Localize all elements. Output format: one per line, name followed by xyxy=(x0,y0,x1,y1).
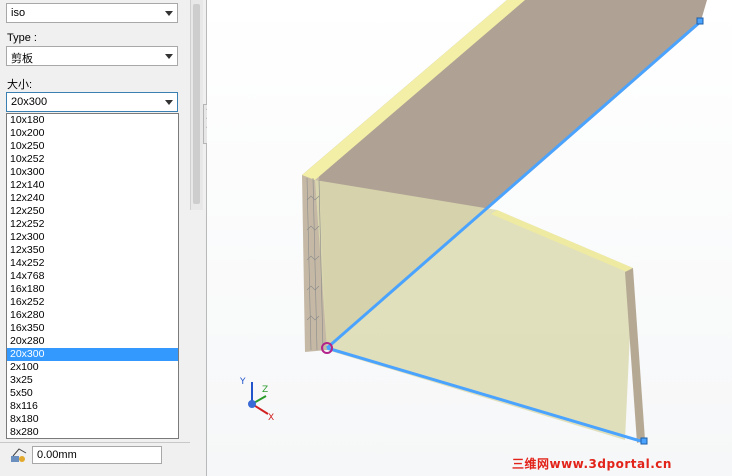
triad-origin xyxy=(248,400,256,408)
size-option[interactable]: 20x300 xyxy=(7,348,178,361)
chevron-down-icon[interactable] xyxy=(161,47,177,65)
vertex-handle[interactable] xyxy=(640,437,648,445)
size-option[interactable]: 10x180 xyxy=(7,114,178,127)
size-combo[interactable]: 20x300 xyxy=(6,92,178,112)
panel-scrollbar[interactable] xyxy=(190,0,203,210)
chevron-down-icon[interactable] xyxy=(161,93,177,111)
type-combo[interactable]: 剪板 xyxy=(6,46,178,66)
site-watermark: 三维网www.3dportal.cn xyxy=(512,457,672,471)
size-option[interactable]: 16x280 xyxy=(7,309,178,322)
size-option[interactable]: 20x280 xyxy=(7,335,178,348)
size-option[interactable]: 16x180 xyxy=(7,283,178,296)
scrollbar-thumb[interactable] xyxy=(193,4,200,204)
size-option[interactable]: 10x300 xyxy=(7,166,178,179)
x-axis-label: X xyxy=(268,413,274,423)
size-option[interactable]: 8x116 xyxy=(7,400,178,413)
size-option[interactable]: 12x140 xyxy=(7,179,178,192)
size-option[interactable]: 14x768 xyxy=(7,270,178,283)
size-option[interactable]: 8x180 xyxy=(7,413,178,426)
size-option[interactable]: 16x350 xyxy=(7,322,178,335)
model-view xyxy=(302,0,707,445)
vertex-handle[interactable] xyxy=(696,17,704,25)
size-option[interactable]: 10x200 xyxy=(7,127,178,140)
z-axis-label: Z xyxy=(262,385,268,395)
size-option[interactable]: 8x280 xyxy=(7,426,178,438)
size-label: 大小: xyxy=(7,79,33,91)
chevron-down-icon[interactable] xyxy=(161,4,177,22)
offset-value: 0.00mm xyxy=(37,449,77,461)
offset-icon xyxy=(11,448,27,462)
view-orientation-value: iso xyxy=(11,7,26,19)
graphics-area[interactable] xyxy=(207,0,732,476)
size-option[interactable]: 12x300 xyxy=(7,231,178,244)
size-value: 20x300 xyxy=(11,96,48,108)
size-option[interactable]: 3x25 xyxy=(7,374,178,387)
size-option[interactable]: 2x100 xyxy=(7,361,178,374)
size-dropdown-list[interactable]: 10x180 10x200 10x250 10x252 10x300 12x140 12x2… xyxy=(6,113,179,439)
axis-triad: Y Z X xyxy=(239,377,274,423)
type-value: 剪板 xyxy=(11,53,33,65)
size-option[interactable]: 10x250 xyxy=(7,140,178,153)
size-option[interactable]: 12x350 xyxy=(7,244,178,257)
view-orientation-combo[interactable]: iso xyxy=(6,3,178,23)
divider xyxy=(0,442,190,443)
size-option[interactable]: 12x250 xyxy=(7,205,178,218)
size-option[interactable]: 12x240 xyxy=(7,192,178,205)
size-option[interactable]: 5x50 xyxy=(7,387,178,400)
size-option[interactable]: 16x252 xyxy=(7,296,178,309)
y-axis-label: Y xyxy=(239,377,246,387)
offset-field[interactable]: 0.00mm xyxy=(32,446,162,464)
size-option[interactable]: 10x252 xyxy=(7,153,178,166)
size-option[interactable]: 14x252 xyxy=(7,257,178,270)
type-label: Type : xyxy=(7,32,37,44)
size-option[interactable]: 12x252 xyxy=(7,218,178,231)
property-manager-panel: iso Type : 剪板 大小: 20x300 10x180 10x200 10x… xyxy=(0,0,207,476)
